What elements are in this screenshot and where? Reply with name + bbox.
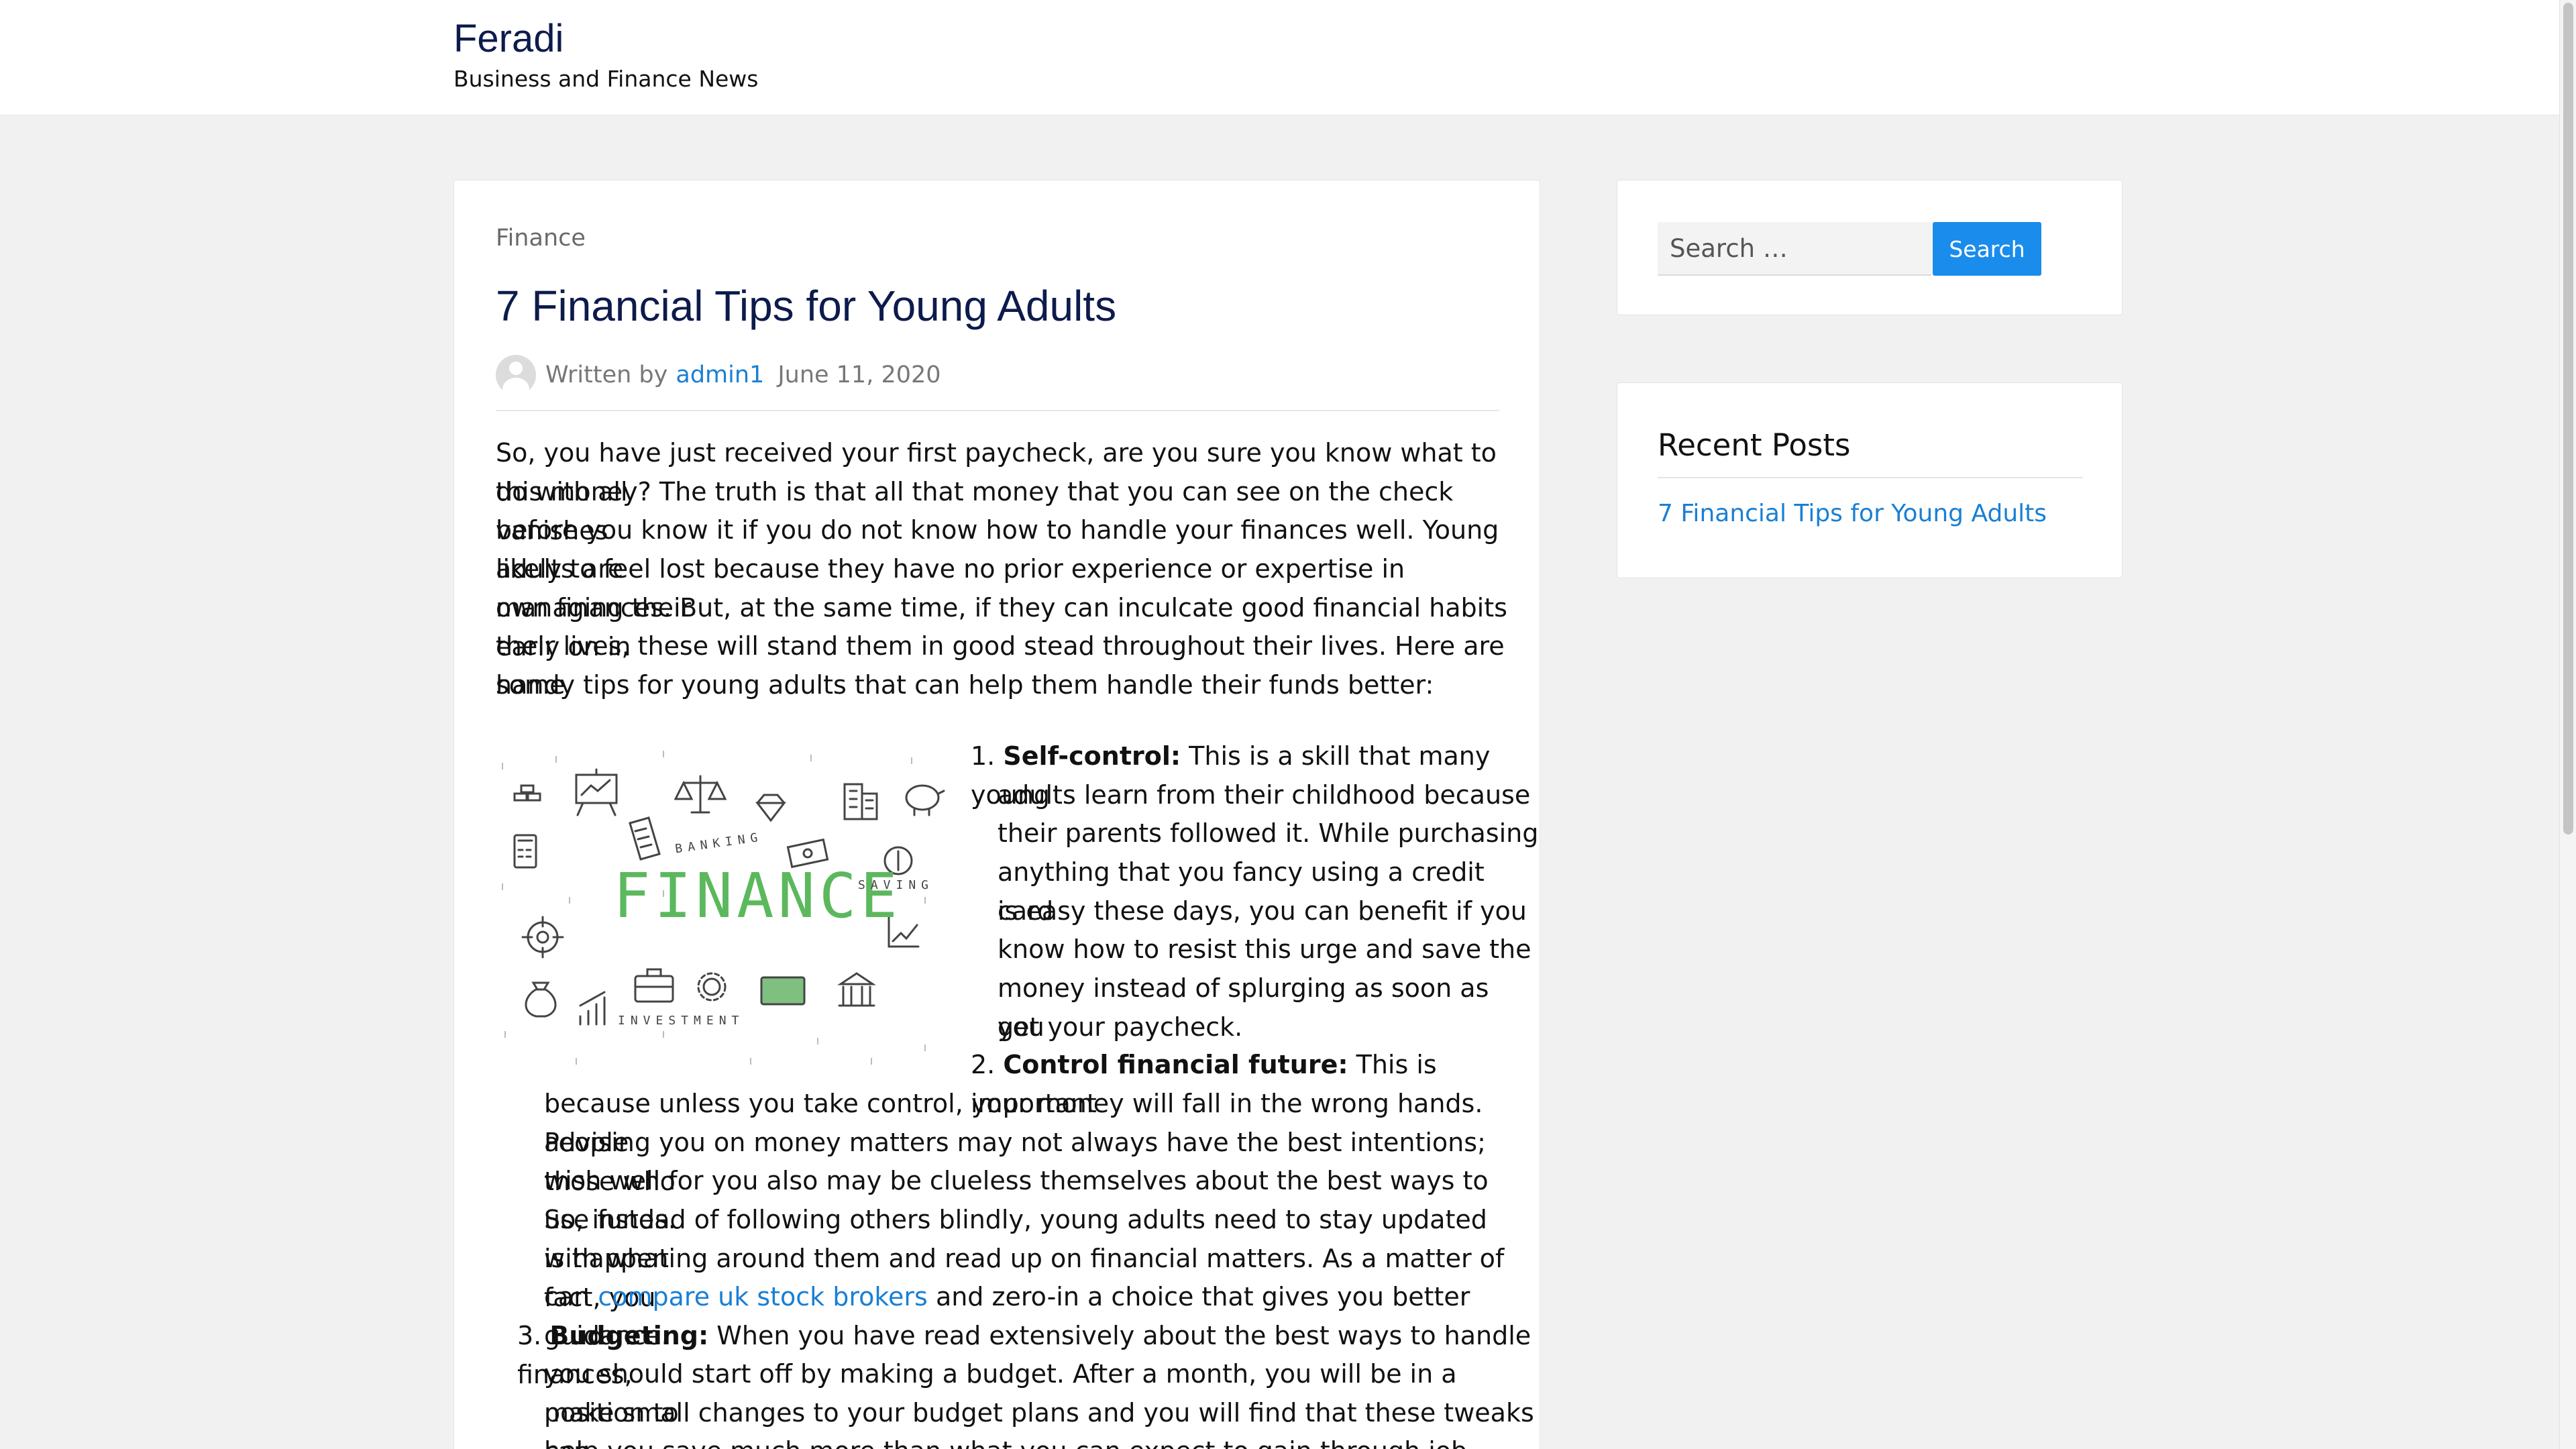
article-title: 7 Financial Tips for Young Adults bbox=[496, 282, 1117, 330]
site-header: Feradi Business and Finance News bbox=[0, 0, 2559, 115]
tip-line: their parents followed it. While purchas… bbox=[998, 818, 1539, 848]
bank-icon bbox=[837, 972, 876, 1007]
calculator-icon bbox=[513, 834, 537, 869]
gold-bars-icon bbox=[513, 784, 541, 802]
briefcase-icon bbox=[634, 968, 674, 1003]
widget-divider bbox=[1658, 477, 2083, 478]
finance-word: FINANCE bbox=[613, 860, 902, 932]
compare-brokers-link[interactable]: compare uk stock brokers bbox=[598, 1282, 928, 1311]
search-input[interactable] bbox=[1658, 222, 1931, 276]
banking-label: BANKING bbox=[674, 830, 763, 856]
tip-heading: Self-control: bbox=[1003, 741, 1181, 771]
buildings-icon bbox=[843, 783, 878, 820]
tip-heading: Budgeting: bbox=[549, 1321, 709, 1350]
tip-number: 1. bbox=[971, 741, 996, 771]
wallet-icon bbox=[760, 976, 806, 1006]
recent-posts-widget: Recent Posts 7 Financial Tips for Young … bbox=[1617, 382, 2123, 578]
tip-number: 2. bbox=[971, 1050, 996, 1079]
tip-number: 3. bbox=[517, 1321, 542, 1350]
recent-posts-title: Recent Posts bbox=[1658, 427, 1851, 463]
article-meta: Written by admin1 June 11, 2020 bbox=[496, 354, 941, 396]
site-description: Business and Finance News bbox=[453, 66, 759, 92]
site-title-link[interactable]: Feradi bbox=[453, 16, 564, 61]
target-icon bbox=[521, 916, 564, 959]
diamond-icon bbox=[755, 794, 787, 822]
page-scrollbar[interactable] bbox=[2559, 0, 2576, 1449]
tip-line: adults learn from their childhood becaus… bbox=[998, 780, 1531, 810]
tip-line: know how to resist this urge and save th… bbox=[998, 934, 1532, 964]
tip-line: get your paycheck. bbox=[998, 1012, 1243, 1042]
tip-heading: Control financial future: bbox=[1003, 1050, 1348, 1079]
investment-label: INVESTMENT bbox=[618, 1014, 744, 1028]
written-by-label: Written by bbox=[545, 362, 668, 388]
search-button[interactable]: Search bbox=[1933, 222, 2041, 276]
piggy-bank-icon bbox=[905, 784, 945, 816]
author-avatar-icon bbox=[496, 355, 536, 395]
money-bag-icon bbox=[525, 981, 557, 1018]
tip-line: is easy these days, you can benefit if y… bbox=[998, 896, 1527, 926]
recent-post-link[interactable]: 7 Financial Tips for Young Adults bbox=[1658, 500, 2047, 527]
author-link[interactable]: admin1 bbox=[676, 362, 764, 388]
document-icon bbox=[629, 816, 661, 861]
category-link[interactable]: Finance bbox=[496, 225, 586, 252]
scales-icon bbox=[674, 775, 727, 814]
presentation-icon bbox=[575, 768, 618, 816]
growth-bars-icon bbox=[579, 991, 606, 1026]
intro-line: handy tips for young adults that can hel… bbox=[496, 670, 1434, 700]
tip-line: help you save much more than what you ca… bbox=[544, 1432, 1540, 1449]
article-card: Finance 7 Financial Tips for Young Adult… bbox=[453, 180, 1540, 1449]
scrollbar-thumb[interactable] bbox=[2563, 3, 2573, 835]
saving-label: SAVING bbox=[858, 878, 934, 892]
meta-divider bbox=[496, 410, 1499, 411]
post-date: June 11, 2020 bbox=[777, 362, 941, 388]
search-widget: Search bbox=[1617, 180, 2123, 315]
gear-icon bbox=[697, 972, 727, 1002]
